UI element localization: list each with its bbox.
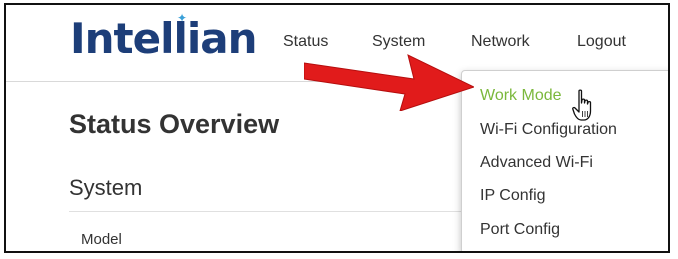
browser-frame: Intellian ✦ Status System Network Logout… <box>4 3 670 253</box>
page-title: Status Overview <box>69 109 280 139</box>
section-title-system: System <box>69 175 143 200</box>
nav-logout[interactable]: Logout <box>577 33 626 51</box>
section-divider <box>69 211 469 212</box>
menu-item-advanced-wifi[interactable]: Advanced Wi-Fi <box>480 154 593 172</box>
menu-item-work-mode[interactable]: Work Mode <box>480 87 562 105</box>
nav-network[interactable]: Network <box>471 33 530 51</box>
menu-item-ip-config[interactable]: IP Config <box>480 187 546 205</box>
menu-item-wifi-configuration[interactable]: Wi-Fi Configuration <box>480 121 617 139</box>
logo-star-icon: ✦ <box>177 11 188 25</box>
field-label-model: Model <box>81 231 122 248</box>
network-dropdown-menu: Work Mode Wi-Fi Configuration Advanced W… <box>461 70 668 251</box>
hand-pointer-cursor-icon <box>572 89 592 121</box>
red-arrow-icon <box>304 54 474 111</box>
menu-item-port-config[interactable]: Port Config <box>480 221 560 239</box>
intellian-logo[interactable]: Intellian <box>70 15 258 63</box>
